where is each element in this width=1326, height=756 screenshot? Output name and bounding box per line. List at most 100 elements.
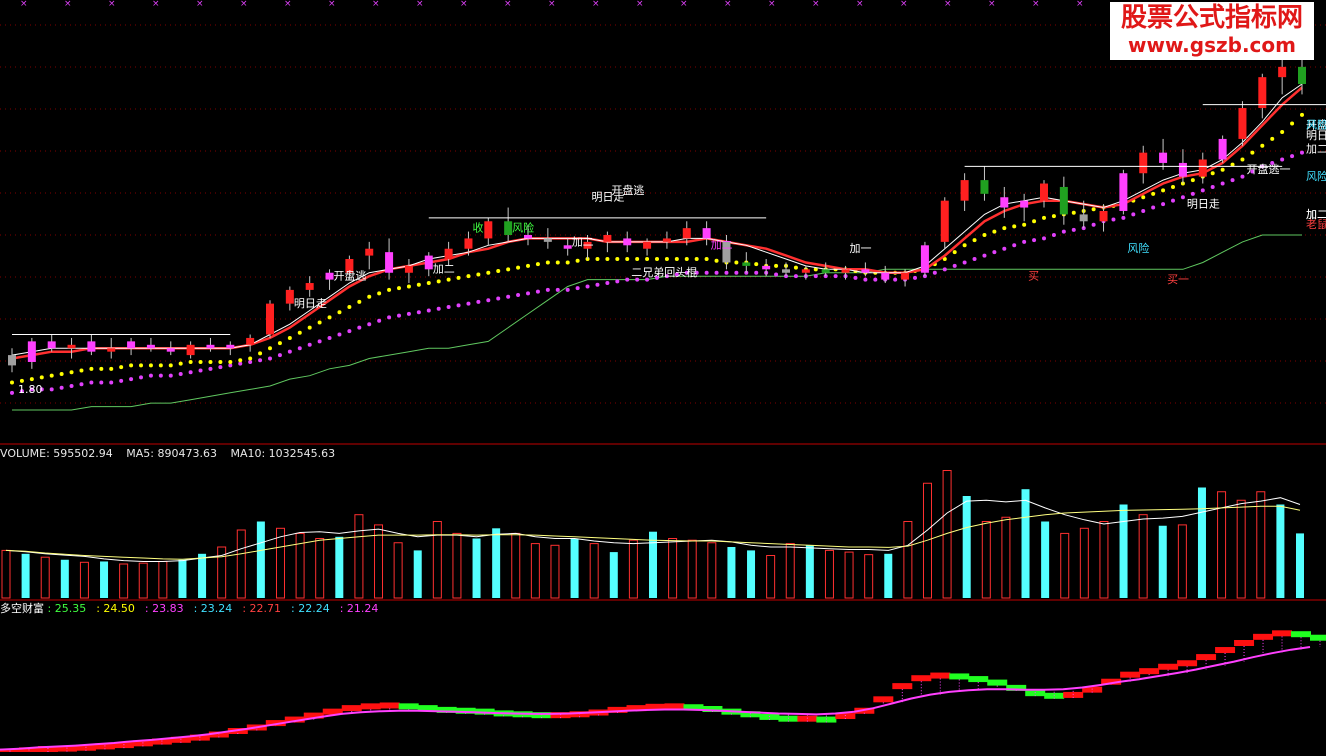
signal-label: 开盘逃 [334, 269, 367, 283]
volume-bar [570, 538, 579, 598]
ma-white-line [11, 83, 1303, 356]
magenta-dot [158, 373, 163, 378]
yellow-dot [456, 275, 461, 280]
candle-body [643, 241, 652, 249]
volume-bar [158, 560, 168, 599]
magenta-dot [367, 322, 372, 327]
volume-bar [609, 552, 618, 598]
candle-body [166, 348, 175, 352]
magenta-dot [387, 315, 392, 320]
magenta-dot [1200, 188, 1205, 193]
magenta-dot [734, 270, 739, 275]
support-line [12, 234, 1302, 411]
resistance-lines [12, 104, 1326, 336]
candle-body [404, 265, 413, 273]
magenta-dot [1230, 178, 1235, 183]
volume-bar [824, 549, 834, 599]
candle-body [1040, 183, 1048, 201]
yellow-dot [258, 351, 263, 356]
volume-ma10: MA10: 1032545.63 [230, 447, 336, 460]
magenta-dot [357, 325, 362, 330]
volume-bar [805, 545, 814, 598]
indicator-step [360, 703, 381, 710]
magenta-dot [59, 385, 64, 390]
candle-body [1000, 197, 1009, 208]
yellow-dot [387, 287, 392, 292]
ma-red-line [11, 86, 1303, 360]
candle-body [1238, 108, 1247, 139]
magenta-dot [277, 353, 282, 358]
chart-canvas: × × × × × × × × × × × × × × × × × × × × × × × × ×明日走开盘逃加二收 风险明日走开… [0, 0, 1326, 755]
indicator-step [987, 679, 1008, 686]
volume-bar [354, 514, 364, 599]
candle-body [702, 228, 711, 239]
yellow-dot [1250, 150, 1255, 155]
volume-bar [393, 542, 403, 599]
watermark-url: www.gszb.com [1128, 33, 1296, 57]
indicator-step [911, 675, 932, 682]
yellow-dot [714, 258, 719, 263]
candle-body [1020, 200, 1029, 208]
yellow-dot [615, 257, 620, 262]
magenta-dot [793, 274, 798, 279]
magenta-dot [496, 296, 501, 301]
yellow-dot [1171, 184, 1175, 189]
magenta-dot [813, 274, 818, 279]
indicator-step [873, 696, 894, 703]
volume-bar [785, 543, 795, 599]
candle-body [424, 255, 433, 270]
signal-label: 明日走 [1306, 129, 1326, 142]
magenta-dot [466, 301, 471, 306]
top-marker: × [636, 0, 644, 9]
magenta-dot [426, 308, 431, 313]
price-low-label: 1.80 [18, 383, 43, 396]
magenta-dot [1141, 208, 1146, 213]
signal-label: 加二 [711, 239, 733, 252]
volume-bar [1276, 504, 1285, 598]
indicator-step [1272, 630, 1293, 637]
magenta-dot [1091, 222, 1096, 227]
candle-body [186, 344, 195, 356]
yellow-dot [1240, 157, 1245, 162]
magenta-dot [754, 270, 759, 275]
yellow-dot [297, 330, 302, 335]
yellow-dot [109, 366, 114, 371]
signal-label: 加二 [1306, 208, 1326, 221]
yellow-dot [545, 260, 550, 265]
magenta-dot [228, 363, 233, 368]
volume-bar [530, 543, 540, 599]
candle-body [226, 344, 235, 349]
volume-bar [511, 532, 521, 599]
indicator-step [1158, 663, 1179, 670]
candle-body [127, 341, 136, 349]
yellow-dot [1161, 188, 1166, 193]
top-marker: × [504, 0, 512, 9]
volume-bar [138, 562, 148, 599]
magenta-dot [129, 377, 134, 382]
top-marker: × [944, 0, 952, 9]
yellow-dot [119, 365, 124, 370]
yellow-dot [158, 363, 163, 368]
candle-body [1119, 173, 1128, 211]
yellow-dot [1260, 143, 1265, 148]
magenta-dot [79, 382, 84, 387]
signal-label: 加二 [1306, 143, 1326, 156]
volume-bar [492, 528, 501, 598]
yellow-dot [526, 263, 530, 268]
top-marker: × [856, 0, 864, 9]
yellow-dot [1190, 178, 1195, 183]
volume-bar [21, 553, 30, 598]
yellow-dot [228, 359, 233, 364]
magenta-dot [535, 289, 540, 294]
candle-body [67, 344, 76, 349]
candle-body [960, 180, 969, 201]
yellow-dot [1012, 224, 1017, 229]
candle-body [246, 337, 255, 345]
magenta-dot [1240, 174, 1245, 179]
magenta-dot [1071, 227, 1076, 232]
yellow-dot [992, 229, 997, 234]
magenta-dot [1171, 198, 1175, 203]
signal-label: 明日走 [1187, 198, 1220, 211]
candle-body [1139, 152, 1148, 174]
yellow-dot [952, 250, 957, 255]
